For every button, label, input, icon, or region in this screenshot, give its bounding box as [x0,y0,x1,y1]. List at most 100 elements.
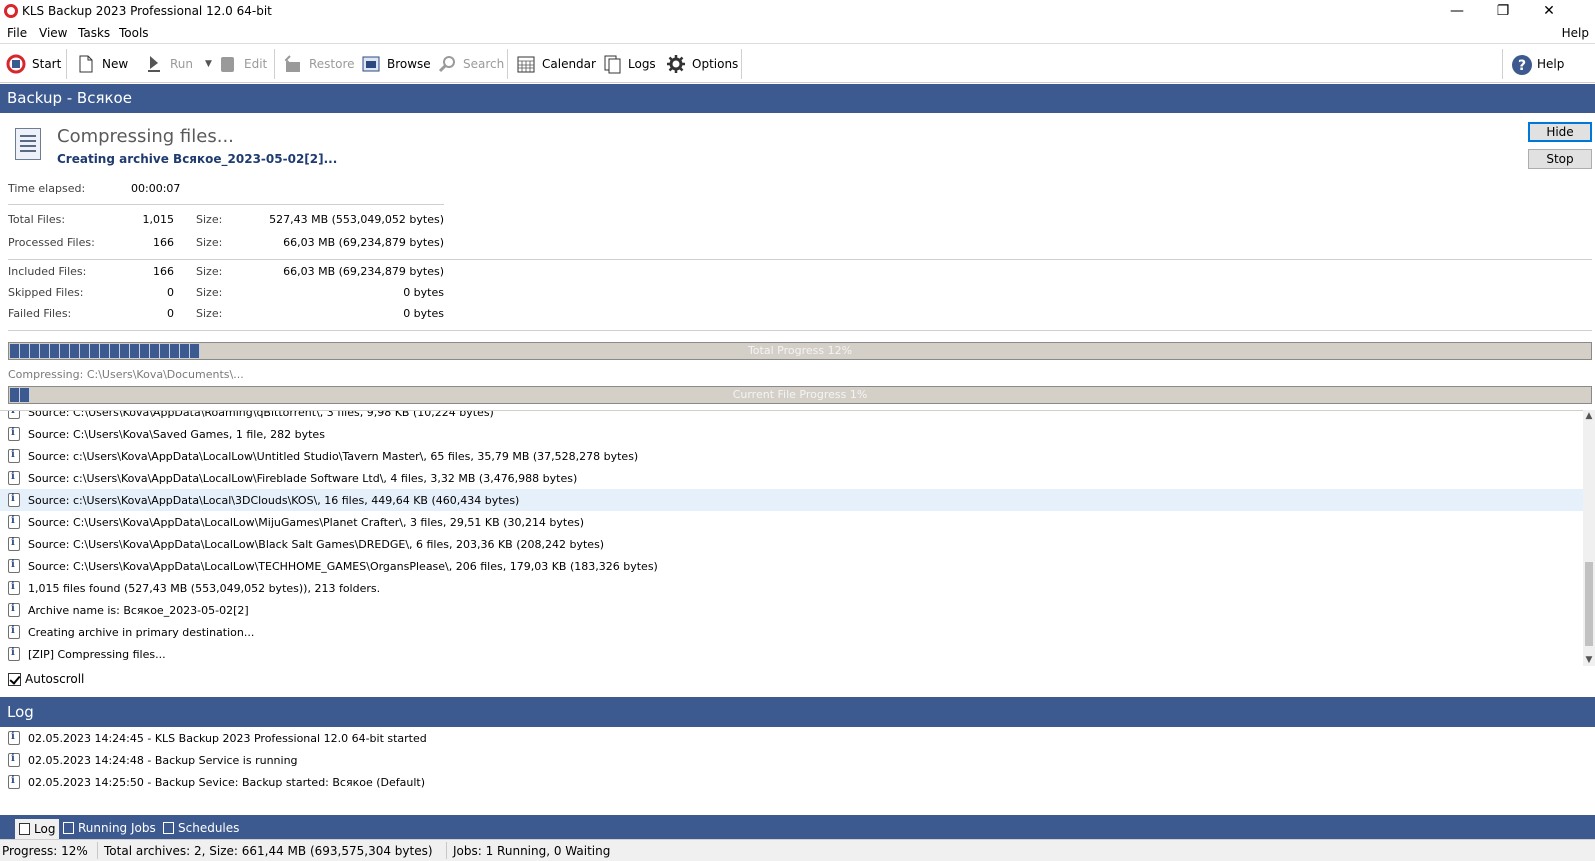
checkbox-checked-icon[interactable] [8,672,21,686]
info-icon [8,731,20,745]
total-progress-label: Total Progress 12% [747,344,853,357]
stat-size-label: Size: [196,265,223,278]
start-button[interactable]: Start [6,52,61,76]
scroll-down-icon[interactable]: ▼ [1583,654,1595,666]
browse-button[interactable]: Browse [361,52,431,76]
file-progress-label: Current File Progress 1% [732,388,868,401]
stat-size-value: 0 bytes [403,286,444,299]
stat-label: Total Files: [8,213,66,226]
options-button[interactable]: Options [666,52,738,76]
tab-running-jobs[interactable]: Running Jobs [63,820,156,836]
menu-help[interactable]: Help [1562,26,1589,40]
list-item[interactable]: Archive name is: Всякое_2023-05-02[2] [0,599,1583,621]
stat-count: 1,015 [142,213,175,226]
list-item-text: Source: C:\Users\Kova\AppData\LocalLow\M… [28,515,585,529]
menu-bar: File View Tasks Tools Help [0,23,1595,43]
list-item[interactable]: Source: c:\Users\Kova\AppData\LocalLow\U… [0,445,1583,467]
list-item-text: Creating archive in primary destination.… [28,625,255,639]
autoscroll-checkbox[interactable]: Autoscroll [8,672,84,686]
help-icon: ? [1511,54,1532,75]
status-jobs: Jobs: 1 Running, 0 Waiting [453,844,611,858]
tab-schedules[interactable]: Schedules [163,820,239,836]
tab-log[interactable]: Log [15,819,60,839]
menu-tasks[interactable]: Tasks [78,26,110,40]
log-row[interactable]: 02.05.2023 14:24:48 - Backup Service is … [0,749,1595,771]
list-item[interactable]: Source: C:\Users\Kova\AppData\LocalLow\T… [0,555,1583,577]
stat-label: Processed Files: [8,236,95,249]
status-bar: Progress: 12% Total archives: 2, Size: 6… [0,839,1595,861]
run-button[interactable]: Run ▼ [144,52,212,76]
list-item[interactable]: Source: C:\Users\Kova\AppData\LocalLow\M… [0,511,1583,533]
stat-count: 0 [167,286,174,299]
stat-size-label: Size: [196,286,223,299]
file-progress-bar: Current File Progress 1% [8,386,1592,404]
time-elapsed-label: Time elapsed: [8,182,86,195]
info-icon [8,559,20,573]
app-logo-icon [4,4,18,18]
new-document-icon [76,54,96,74]
log-list[interactable]: 02.05.2023 14:24:45 - KLS Backup 2023 Pr… [0,727,1595,815]
list-item-text: Source: c:\Users\Kova\AppData\Local\3DCl… [28,493,520,507]
new-button[interactable]: New [76,52,128,76]
list-item[interactable]: 1,015 files found (527,43 MB (553,049,05… [0,577,1583,599]
list-item[interactable]: Source: C:\Users\Kova\AppData\Roaming\qB… [0,411,1583,423]
list-item[interactable]: Source: C:\Users\Kova\AppData\LocalLow\B… [0,533,1583,555]
search-button[interactable]: Search [437,52,504,76]
bottom-tabs: Log Running Jobs Schedules [0,815,1595,839]
info-icon [8,581,20,595]
log-tab-icon [19,823,30,835]
stat-size-value: 66,03 MB (69,234,879 bytes) [283,265,444,278]
status-progress: Progress: 12% [2,844,88,858]
list-item-text: Source: c:\Users\Kova\AppData\LocalLow\U… [28,449,639,463]
stat-label: Failed Files: [8,307,72,320]
window-title: KLS Backup 2023 Professional 12.0 64-bit [22,4,272,18]
close-button[interactable]: ✕ [1526,0,1572,23]
restore-icon [283,54,303,74]
info-icon [8,753,20,767]
list-item-text: Source: C:\Users\Kova\AppData\LocalLow\B… [28,537,605,551]
calendar-button[interactable]: Calendar [516,52,596,76]
list-item[interactable]: Creating archive in primary destination.… [0,621,1583,643]
scroll-thumb[interactable] [1585,562,1593,646]
detail-scrollbar[interactable]: ▲ ▼ [1583,410,1595,666]
restore-toolbar-button[interactable]: Restore [283,52,355,76]
log-row[interactable]: 02.05.2023 14:24:45 - KLS Backup 2023 Pr… [0,727,1595,749]
info-icon [8,427,20,441]
hide-button[interactable]: Hide [1528,122,1592,142]
help-button[interactable]: ? Help [1511,52,1564,76]
scroll-up-icon[interactable]: ▲ [1583,410,1595,422]
info-icon [8,603,20,617]
list-item[interactable]: Source: C:\Users\Kova\Saved Games, 1 fil… [0,423,1583,445]
info-icon [8,515,20,529]
run-dropdown-icon[interactable]: ▼ [205,59,212,69]
logs-button[interactable]: Logs [602,52,656,76]
gear-icon [666,54,686,74]
stat-size-label: Size: [196,307,223,320]
list-item[interactable]: Source: c:\Users\Kova\AppData\Local\3DCl… [0,489,1583,511]
logs-icon [602,54,622,74]
stat-size-value: 0 bytes [403,307,444,320]
stat-size-label: Size: [196,236,223,249]
log-row-text: 02.05.2023 14:24:48 - Backup Service is … [28,753,298,767]
restore-button[interactable]: ❐ [1480,0,1526,23]
detail-log-list[interactable]: Source: C:\Users\Kova\AppData\Roaming\qB… [0,410,1583,666]
status-subtitle: Creating archive Всякое_2023-05-02[2]... [57,152,338,166]
minimize-button[interactable]: — [1434,0,1480,23]
log-row[interactable]: 02.05.2023 14:25:50 - Backup Sevice: Bac… [0,771,1595,793]
menu-view[interactable]: View [39,26,67,40]
info-icon [8,449,20,463]
toolbar: Start New Run ▼ Edit Restore Browse Sear… [0,43,1595,83]
menu-file[interactable]: File [7,26,27,40]
autoscroll-label: Autoscroll [25,672,85,686]
log-row-text: 02.05.2023 14:24:45 - KLS Backup 2023 Pr… [28,731,427,745]
run-icon [144,54,164,74]
edit-button[interactable]: Edit [218,52,267,76]
stop-button[interactable]: Stop [1528,149,1592,169]
stat-label: Skipped Files: [8,286,84,299]
menu-tools[interactable]: Tools [119,26,149,40]
list-item[interactable]: Source: c:\Users\Kova\AppData\LocalLow\F… [0,467,1583,489]
backup-section-header: Backup - Всякое [0,84,1595,113]
list-item-text: [ZIP] Compressing files... [28,647,166,661]
list-item[interactable]: [ZIP] Compressing files... [0,643,1583,665]
info-icon [8,775,20,789]
